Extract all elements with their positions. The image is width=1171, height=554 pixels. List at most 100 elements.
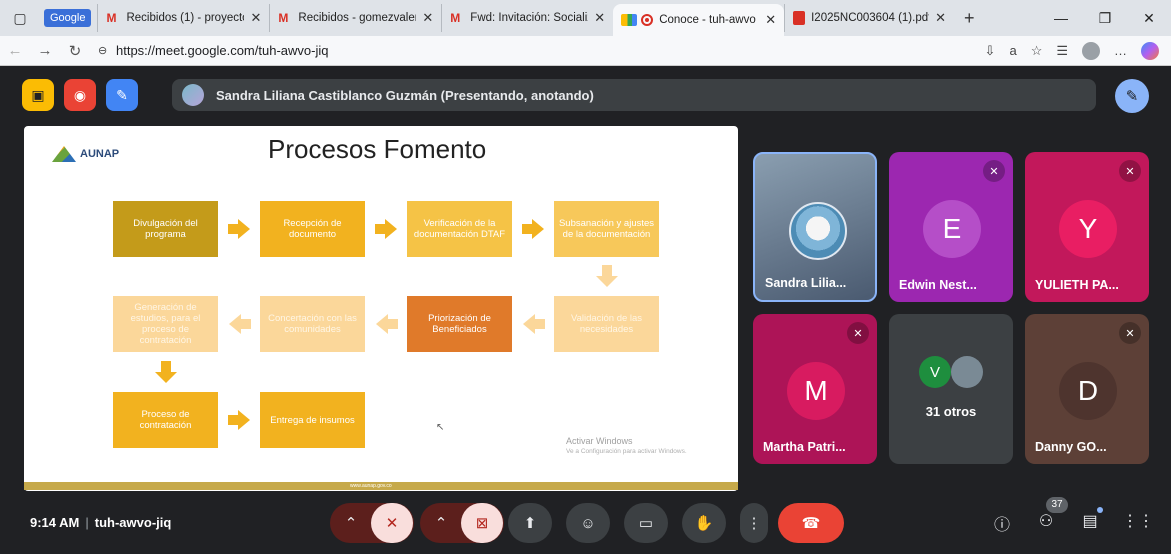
url-prefix: https:// [116,43,156,58]
hand-icon: ✋ [694,515,714,532]
gmail-icon: M [450,11,461,25]
google-bookmark-badge[interactable]: Google [44,9,92,27]
tab-meet[interactable]: Conoce - tuh-awvo ✕ [613,4,785,36]
pdf-icon [793,11,806,25]
activities-icon[interactable]: ⋮⋮ [1122,511,1154,531]
leave-call-button[interactable]: ☎ [778,503,844,543]
tab-title: Recibidos - gomezvalen [298,12,417,24]
step-box: Proceso de contratación [113,392,218,448]
close-tab-icon[interactable]: ✕ [935,10,946,26]
participant-name: YULIETH PA... [1035,278,1119,292]
step-box: Divulgación del programa [113,201,218,257]
tab-title: Recibidos (1) - proyecto [126,12,245,24]
more-vert-icon: ⋮ [746,515,762,532]
more-options-button[interactable]: ⋮ [740,503,768,543]
arrow-down-icon [155,361,177,383]
recording-button[interactable]: ◉ [64,79,96,111]
step-box: Verificación de la documentación DTAF [407,201,512,257]
captions-icon: ▭ [638,515,654,532]
logo-text: AUNAP [80,148,120,160]
tab-gmail-1[interactable]: M Recibidos (1) - proyecto ✕ [97,4,269,32]
arrow-left-icon [523,314,545,334]
windows-watermark-title: Activar Windows [566,436,633,446]
notes-button[interactable]: ✎ [106,79,138,111]
camera-control-group: ⌃ ⊠ [420,503,504,543]
participant-tile[interactable]: ✕ M Martha Patri... [753,314,877,464]
download-icon[interactable]: ⇩ [985,43,996,59]
annotate-button[interactable]: ✎ [1115,79,1149,113]
arrow-left-icon [376,314,398,334]
step-box: Entrega de insumos [260,392,365,448]
present-screen-button[interactable]: ⬆ [508,503,552,543]
window-controls: — ❐ ✕ [1039,0,1171,36]
toolbar-right: ⇩ a ☆ ☰ … [985,41,1159,60]
tab-title: Fwd: Invitación: Socializ [470,12,589,24]
camera-options-chevron-icon[interactable]: ⌃ [421,514,461,532]
tab-gmail-3[interactable]: M Fwd: Invitación: Socializ ✕ [441,4,613,32]
close-tab-icon[interactable]: ✕ [594,10,605,26]
mic-off-icon: ✕ [1119,160,1141,182]
tab-pdf[interactable]: I2025NC003604 (1).pdf ✕ [784,4,954,32]
step-box: Concertación con las comunidades [260,296,365,352]
close-window-icon[interactable]: ✕ [1127,10,1171,27]
restore-icon[interactable]: ❐ [1083,10,1127,27]
others-tile[interactable]: V 31 otros [889,314,1013,464]
translate-icon[interactable]: a [1009,43,1016,58]
url-input[interactable]: https://meet.google.com/tuh-awvo-jiq [116,43,328,58]
mic-options-chevron-icon[interactable]: ⌃ [331,514,371,532]
arrow-right-icon [375,219,397,239]
sidebar-toggle-icon[interactable]: ▢ [6,4,34,32]
chat-icon[interactable]: ▤ [1078,511,1102,531]
step-box: Priorización de Beneficiados [407,296,512,352]
arrow-right-icon [228,219,250,239]
tab-gmail-2[interactable]: M Recibidos - gomezvalen ✕ [269,4,441,32]
more-menu-icon[interactable]: … [1114,43,1127,58]
copilot-icon[interactable] [1141,41,1159,60]
avatar-initial: E [923,200,981,258]
close-tab-icon[interactable]: ✕ [250,10,261,26]
participant-tile[interactable]: ✕ E Edwin Nest... [889,152,1013,302]
meeting-details-icon[interactable]: ⓘ [990,511,1014,535]
participant-name: Sandra Lilia... [765,276,847,290]
mouse-cursor-icon: ↖ [436,422,445,433]
mic-control-group: ⌃ ✕ [330,503,414,543]
favorites-icon[interactable]: ☰ [1056,43,1068,59]
present-icon: ⬆ [523,515,537,532]
mic-toggle-button[interactable]: ✕ [371,503,413,543]
profile-avatar[interactable] [1082,41,1100,60]
close-tab-icon[interactable]: ✕ [422,10,433,26]
avatar-initial: Y [1059,200,1117,258]
hummingbird-avatar [789,202,847,260]
slide-footer-url: www.aunap.gov.co [350,483,392,489]
participant-tile[interactable]: ✕ D Danny GO... [1025,314,1149,464]
forward-icon[interactable]: → [30,42,60,59]
top-action-buttons: ▣ ◉ ✎ [22,79,138,111]
arrow-down-icon [596,265,618,287]
captions-button[interactable]: ▭ [624,503,668,543]
back-icon[interactable]: ← [0,42,30,59]
step-box: Recepción de documento [260,201,365,257]
site-info-icon[interactable]: ⊖ [98,44,116,57]
raise-hand-button[interactable]: ✋ [682,503,726,543]
close-tab-icon[interactable]: ✕ [765,12,776,28]
aunap-logo-mark [52,146,76,162]
avatar-initial: M [787,362,845,420]
others-count: 31 otros [925,404,977,419]
new-tab-icon[interactable]: + [964,8,975,29]
participant-tile[interactable]: Sandra Lilia... [753,152,877,302]
reload-icon[interactable]: ↻ [60,42,90,60]
notes-icon: ✎ [116,86,128,103]
separator: | [85,515,89,530]
reactions-button[interactable]: ☺ [566,503,610,543]
people-icon[interactable]: ⚇ [1034,511,1058,531]
step-box: Validación de las necesidades [554,296,659,352]
participant-tile[interactable]: ✕ Y YULIETH PA... [1025,152,1149,302]
camera-toggle-button[interactable]: ⊠ [461,503,503,543]
windows-watermark-subtitle: Ve a Configuración para activar Windows. [566,448,687,455]
present-settings-button[interactable]: ▣ [22,79,54,111]
favorite-star-icon[interactable]: ☆ [1031,43,1043,59]
tab-title: I2025NC003604 (1).pdf [811,12,930,24]
browser-tab-bar: ▢ Google M Recibidos (1) - proyecto ✕ M … [0,0,1171,36]
minimize-icon[interactable]: — [1039,10,1083,26]
aunap-logo: AUNAP [52,146,119,162]
